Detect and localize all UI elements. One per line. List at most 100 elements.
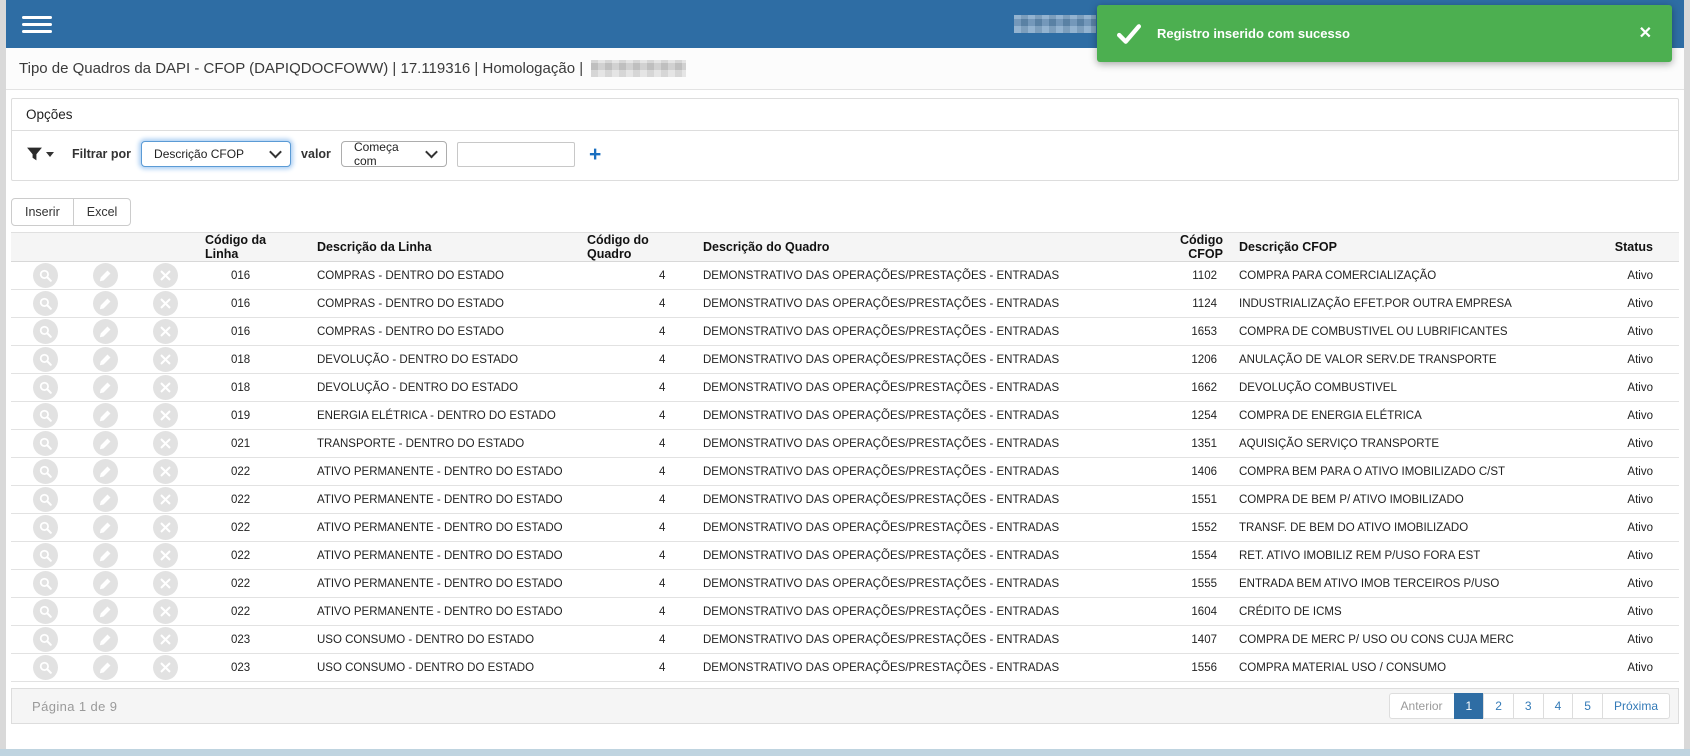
edit-row-button[interactable] xyxy=(93,627,118,652)
delete-row-button[interactable] xyxy=(153,487,178,512)
pencil-icon xyxy=(98,464,113,479)
insert-button[interactable]: Inserir xyxy=(11,198,74,226)
check-icon xyxy=(1117,23,1141,45)
delete-row-button[interactable] xyxy=(153,431,178,456)
filter-value-input[interactable] xyxy=(457,142,575,167)
view-row-button[interactable] xyxy=(33,319,58,344)
add-filter-button[interactable]: + xyxy=(589,144,601,165)
status-cell: Ativo xyxy=(1543,598,1679,626)
descricao-cfop-cell: COMPRA DE COMBUSTIVEL OU LUBRIFICANTES xyxy=(1231,318,1543,346)
view-row-button[interactable] xyxy=(33,571,58,596)
table-row: 023 USO CONSUMO - DENTRO DO ESTADO 4 DEM… xyxy=(11,654,1679,682)
delete-row-button[interactable] xyxy=(153,347,178,372)
pencil-icon xyxy=(98,660,113,675)
view-row-button[interactable] xyxy=(33,375,58,400)
next-page-button[interactable]: Próxima xyxy=(1602,693,1670,719)
edit-row-button[interactable] xyxy=(93,655,118,680)
page-button-4[interactable]: 4 xyxy=(1543,693,1574,719)
edit-row-button[interactable] xyxy=(93,347,118,372)
delete-row-button[interactable] xyxy=(153,599,178,624)
codigo-cfop-cell: 1406 xyxy=(1151,458,1231,486)
view-row-button[interactable] xyxy=(33,627,58,652)
descricao-linha-cell: COMPRAS - DENTRO DO ESTADO xyxy=(309,262,579,290)
cfop-table: Código da Linha Descrição da Linha Códig… xyxy=(11,232,1679,682)
edit-row-button[interactable] xyxy=(93,263,118,288)
edit-row-button[interactable] xyxy=(93,291,118,316)
page-button-5[interactable]: 5 xyxy=(1572,693,1603,719)
view-row-button[interactable] xyxy=(33,655,58,680)
delete-row-button[interactable] xyxy=(153,263,178,288)
page-button-1[interactable]: 1 xyxy=(1454,693,1485,719)
delete-row-button[interactable] xyxy=(153,571,178,596)
status-cell: Ativo xyxy=(1543,542,1679,570)
codigo-linha-cell: 016 xyxy=(197,290,309,318)
close-icon xyxy=(159,353,172,366)
delete-row-button[interactable] xyxy=(153,627,178,652)
delete-row-button[interactable] xyxy=(153,543,178,568)
delete-row-button[interactable] xyxy=(153,655,178,680)
delete-row-button[interactable] xyxy=(153,515,178,540)
edit-row-button[interactable] xyxy=(93,403,118,428)
hamburger-menu-icon[interactable] xyxy=(22,12,52,36)
descricao-quadro-cell: DEMONSTRATIVO DAS OPERAÇÕES/PRESTAÇÕES -… xyxy=(695,402,1151,430)
codigo-cfop-cell: 1407 xyxy=(1151,626,1231,654)
delete-row-button[interactable] xyxy=(153,403,178,428)
table-header-row: Código da Linha Descrição da Linha Códig… xyxy=(11,233,1679,262)
edit-row-button[interactable] xyxy=(93,599,118,624)
edit-row-button[interactable] xyxy=(93,487,118,512)
descricao-linha-cell: COMPRAS - DENTRO DO ESTADO xyxy=(309,290,579,318)
status-cell: Ativo xyxy=(1543,290,1679,318)
descricao-cfop-cell: COMPRA PARA COMERCIALIZAÇÃO xyxy=(1231,262,1543,290)
descricao-cfop-cell: COMPRA DE ENERGIA ELÉTRICA xyxy=(1231,402,1543,430)
view-row-button[interactable] xyxy=(33,347,58,372)
filter-operator-select[interactable]: Começa com xyxy=(341,141,447,167)
codigo-cfop-cell: 1124 xyxy=(1151,290,1231,318)
actions-header xyxy=(11,233,71,262)
edit-row-button[interactable] xyxy=(93,459,118,484)
excel-export-button[interactable]: Excel xyxy=(73,198,132,226)
value-label: valor xyxy=(301,147,331,161)
table-row: 022 ATIVO PERMANENTE - DENTRO DO ESTADO … xyxy=(11,570,1679,598)
page-button-3[interactable]: 3 xyxy=(1513,693,1544,719)
delete-row-button[interactable] xyxy=(153,319,178,344)
edit-row-button[interactable] xyxy=(93,515,118,540)
codigo-cfop-cell: 1552 xyxy=(1151,514,1231,542)
delete-row-button[interactable] xyxy=(153,375,178,400)
table-row: 022 ATIVO PERMANENTE - DENTRO DO ESTADO … xyxy=(11,598,1679,626)
edit-row-button[interactable] xyxy=(93,571,118,596)
pencil-icon xyxy=(98,492,113,507)
status-cell: Ativo xyxy=(1543,346,1679,374)
edit-row-button[interactable] xyxy=(93,431,118,456)
view-row-button[interactable] xyxy=(33,487,58,512)
close-icon xyxy=(159,521,172,534)
page-button-2[interactable]: 2 xyxy=(1483,693,1514,719)
previous-page-button[interactable]: Anterior xyxy=(1389,693,1455,719)
edit-row-button[interactable] xyxy=(93,375,118,400)
edit-row-button[interactable] xyxy=(93,319,118,344)
close-icon xyxy=(159,493,172,506)
status-cell: Ativo xyxy=(1543,430,1679,458)
filter-field-select[interactable]: Descrição CFOP xyxy=(141,141,291,167)
actions-header xyxy=(71,233,131,262)
magnifier-icon xyxy=(38,660,54,676)
view-row-button[interactable] xyxy=(33,403,58,428)
codigo-linha-cell: 023 xyxy=(197,626,309,654)
toast-close-icon[interactable]: ✕ xyxy=(1639,26,1652,42)
codigo-linha-cell: 018 xyxy=(197,346,309,374)
descricao-quadro-cell: DEMONSTRATIVO DAS OPERAÇÕES/PRESTAÇÕES -… xyxy=(695,514,1151,542)
codigo-linha-cell: 016 xyxy=(197,318,309,346)
filter-funnel-button[interactable] xyxy=(26,146,54,163)
codigo-cfop-cell: 1604 xyxy=(1151,598,1231,626)
view-row-button[interactable] xyxy=(33,431,58,456)
codigo-linha-cell: 021 xyxy=(197,430,309,458)
view-row-button[interactable] xyxy=(33,263,58,288)
view-row-button[interactable] xyxy=(33,291,58,316)
delete-row-button[interactable] xyxy=(153,291,178,316)
codigo-cfop-cell: 1254 xyxy=(1151,402,1231,430)
view-row-button[interactable] xyxy=(33,599,58,624)
delete-row-button[interactable] xyxy=(153,459,178,484)
view-row-button[interactable] xyxy=(33,543,58,568)
view-row-button[interactable] xyxy=(33,515,58,540)
view-row-button[interactable] xyxy=(33,459,58,484)
edit-row-button[interactable] xyxy=(93,543,118,568)
